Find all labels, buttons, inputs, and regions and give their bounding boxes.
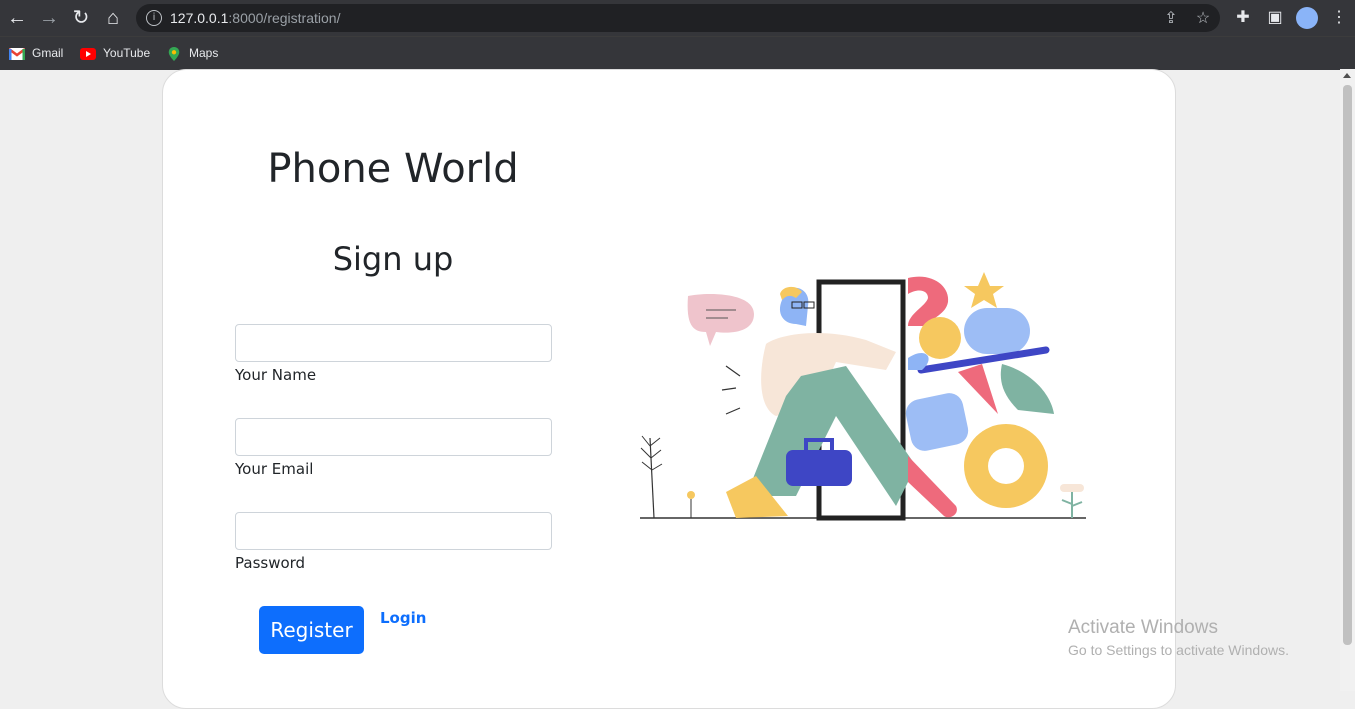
page-scrollbar[interactable] (1340, 69, 1355, 691)
bookmarks-bar: Gmail YouTube Maps (0, 36, 1355, 70)
bookmark-maps[interactable]: Maps (166, 43, 218, 63)
address-bar[interactable]: i 127.0.0.1:8000/registration/ ⇪ ☆ (136, 4, 1220, 32)
windows-watermark-title: Activate Windows (1068, 617, 1218, 638)
maps-icon (168, 46, 180, 61)
home-icon[interactable]: ⌂ (101, 6, 125, 30)
register-button[interactable]: Register (259, 606, 364, 654)
signup-illustration (640, 272, 1086, 521)
bookmark-youtube[interactable]: YouTube (80, 43, 150, 63)
browser-chrome: ← → ↻ ⌂ i 127.0.0.1:8000/registration/ ⇪… (0, 0, 1355, 70)
password-input[interactable] (235, 512, 552, 550)
url-text: 127.0.0.1:8000/registration/ (170, 10, 341, 26)
youtube-icon (80, 47, 96, 60)
menu-kebab-icon[interactable]: ⋮ (1328, 7, 1350, 29)
email-input[interactable] (235, 418, 552, 456)
page-heading: Sign up (332, 240, 454, 278)
gmail-icon (9, 47, 25, 60)
share-icon[interactable]: ⇪ (1161, 9, 1181, 29)
bookmark-gmail[interactable]: Gmail (9, 43, 63, 63)
bookmark-star-icon[interactable]: ☆ (1193, 9, 1213, 29)
forward-arrow-icon[interactable]: → (37, 6, 61, 30)
profile-avatar[interactable] (1296, 7, 1318, 29)
scroll-up-arrow-icon[interactable] (1343, 73, 1351, 78)
extensions-icon[interactable]: ✚ (1232, 7, 1254, 29)
brand-title: Phone World (267, 146, 519, 192)
email-label: Your Email (235, 460, 314, 478)
reload-icon[interactable]: ↻ (69, 6, 93, 30)
windows-watermark-subtitle: Go to Settings to activate Windows. (1068, 642, 1289, 658)
side-panel-icon[interactable]: ▣ (1264, 7, 1286, 29)
password-label: Password (235, 554, 306, 572)
back-arrow-icon[interactable]: ← (5, 6, 29, 30)
login-link[interactable]: Login (380, 609, 426, 627)
name-input[interactable] (235, 324, 552, 362)
name-label: Your Name (235, 366, 317, 384)
browser-toolbar: ← → ↻ ⌂ i 127.0.0.1:8000/registration/ ⇪… (0, 0, 1355, 36)
site-info-icon[interactable]: i (146, 10, 162, 26)
scrollbar-thumb[interactable] (1343, 85, 1352, 645)
